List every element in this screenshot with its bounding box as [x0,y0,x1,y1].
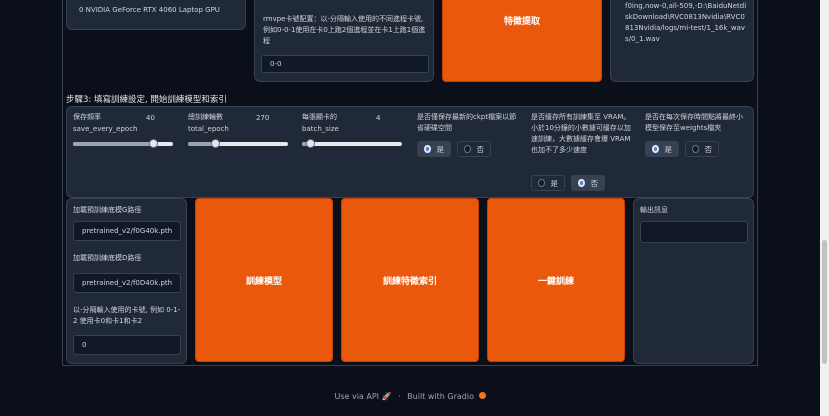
radio-label: 是 [550,178,559,188]
train-index-button[interactable]: 訓練特徵索引 [341,198,479,362]
radio-selected-icon [578,179,585,187]
save-latest-no[interactable]: 否 [457,141,491,157]
radio-selected-icon [424,145,431,153]
footer: Use via API 🚀 · Built with Gradio [0,392,820,401]
radio-label: 是 [664,144,673,154]
pretrain-panel: 加載預訓練底模G路徑 pretrained_v2/f0G40k.pth 加載預訓… [66,198,187,364]
rmvpe-gpu-value: 0-0 [270,60,282,68]
radio-label: 否 [476,144,485,154]
save-weights-label: 是否在每次保存時間點將最終小模型保存至weights檔夾 [645,113,743,132]
save-weights-no[interactable]: 否 [685,141,719,157]
scrollbar-thumb[interactable] [822,240,827,364]
gradio-logo-icon [478,392,486,399]
total-epoch-label-en: total_epoch [188,125,229,133]
output-label: 輸出訊息 [640,206,668,214]
pretrain-d-value: pretrained_v2/f0D40k.pth [82,279,173,287]
output-panel: 輸出訊息 [633,198,754,364]
train-gpu-label: 以-分隔輸入使用的卡號, 例如 0-1-2 使用卡0和卡1和卡2 [73,306,181,325]
output-textbox[interactable] [640,221,748,243]
batch-size-slider[interactable] [302,139,402,148]
total-epoch-label-zh: 總訓練輪數 [188,113,223,121]
save-every-label-zh: 保存頻率 [73,113,101,121]
save-every-label-en: save_every_epoch [73,125,138,133]
footer-separator: · [398,392,401,401]
cache-gpu-no[interactable]: 否 [571,175,605,191]
slider-thumb[interactable] [211,139,220,148]
cache-gpu-label: 是否緩存所有訓練集至 VRAM。小於10分鐘的小數據可緩存以加速訓練，大數據緩存… [531,113,631,154]
extract-log-panel: f0ing,now-0,all-509,-D:\BaiduNetdiskDown… [610,0,754,82]
radio-label: 否 [704,144,713,154]
save-every-value[interactable]: 40 [146,113,155,124]
save-every-slider[interactable] [73,139,173,148]
radio-unselected-icon [464,145,471,153]
extract-log-text: f0ing,now-0,all-509,-D:\BaiduNetdiskDown… [625,2,747,43]
batch-size-value[interactable]: 4 [376,113,380,124]
batch-size-label-en: batch_size [302,125,339,133]
save-latest-label: 是否僅保存最新的ckpt檔案以節省硬碟空間 [417,113,517,132]
gpu-info-panel: 0 NVIDIA GeForce RTX 4060 Laptop GPU [66,0,246,30]
radio-label: 否 [590,178,599,188]
slider-thumb[interactable] [149,139,158,148]
one-click-train-button[interactable]: 一鍵訓練 [487,198,625,362]
extract-feature-label: 特徵提取 [503,17,540,27]
rocket-icon: 🚀 [381,392,392,401]
train-model-button[interactable]: 訓練模型 [195,198,333,362]
gpu-info-text: 0 NVIDIA GeForce RTX 4060 Laptop GPU [79,6,220,14]
radio-label: 是 [436,144,445,154]
built-with-gradio-link[interactable]: Built with Gradio [407,392,474,401]
train-gpu-value: 0 [82,341,87,349]
total-epoch-slider[interactable] [188,139,288,148]
rmvpe-gpu-input[interactable]: 0-0 [261,55,429,73]
cache-gpu-yes[interactable]: 是 [531,175,565,191]
rmvpe-gpu-panel: rmvpe卡號配置：以-分隔輸入使用的不同進程卡號,例如0-0-1使用在卡0上跑… [254,0,434,82]
save-weights-yes[interactable]: 是 [645,141,679,157]
use-via-api-link[interactable]: Use via API [334,392,379,401]
pretrain-g-value: pretrained_v2/f0G40k.pth [82,227,173,235]
pretrain-d-label: 加載預訓練底模D路徑 [73,254,142,262]
rmvpe-gpu-label: rmvpe卡號配置：以-分隔輸入使用的不同進程卡號,例如0-0-1使用在卡0上跑… [263,15,426,45]
pretrain-d-input[interactable]: pretrained_v2/f0D40k.pth [73,273,181,293]
radio-selected-icon [652,145,659,153]
step3-title: 步驟3: 填寫訓練設定, 開始訓練模型和索引 [66,95,227,105]
save-latest-yes[interactable]: 是 [417,141,451,157]
batch-size-label-zh: 每張顯卡的 [302,113,337,121]
train-gpu-input[interactable]: 0 [73,335,181,355]
pretrain-g-label: 加載預訓練底模G路徑 [73,206,142,214]
radio-unselected-icon [538,179,545,187]
radio-unselected-icon [692,145,699,153]
extract-feature-button[interactable]: 特徵提取 [442,0,602,82]
slider-thumb[interactable] [306,139,315,148]
pretrain-g-input[interactable]: pretrained_v2/f0G40k.pth [73,221,181,241]
total-epoch-value[interactable]: 270 [256,113,269,124]
